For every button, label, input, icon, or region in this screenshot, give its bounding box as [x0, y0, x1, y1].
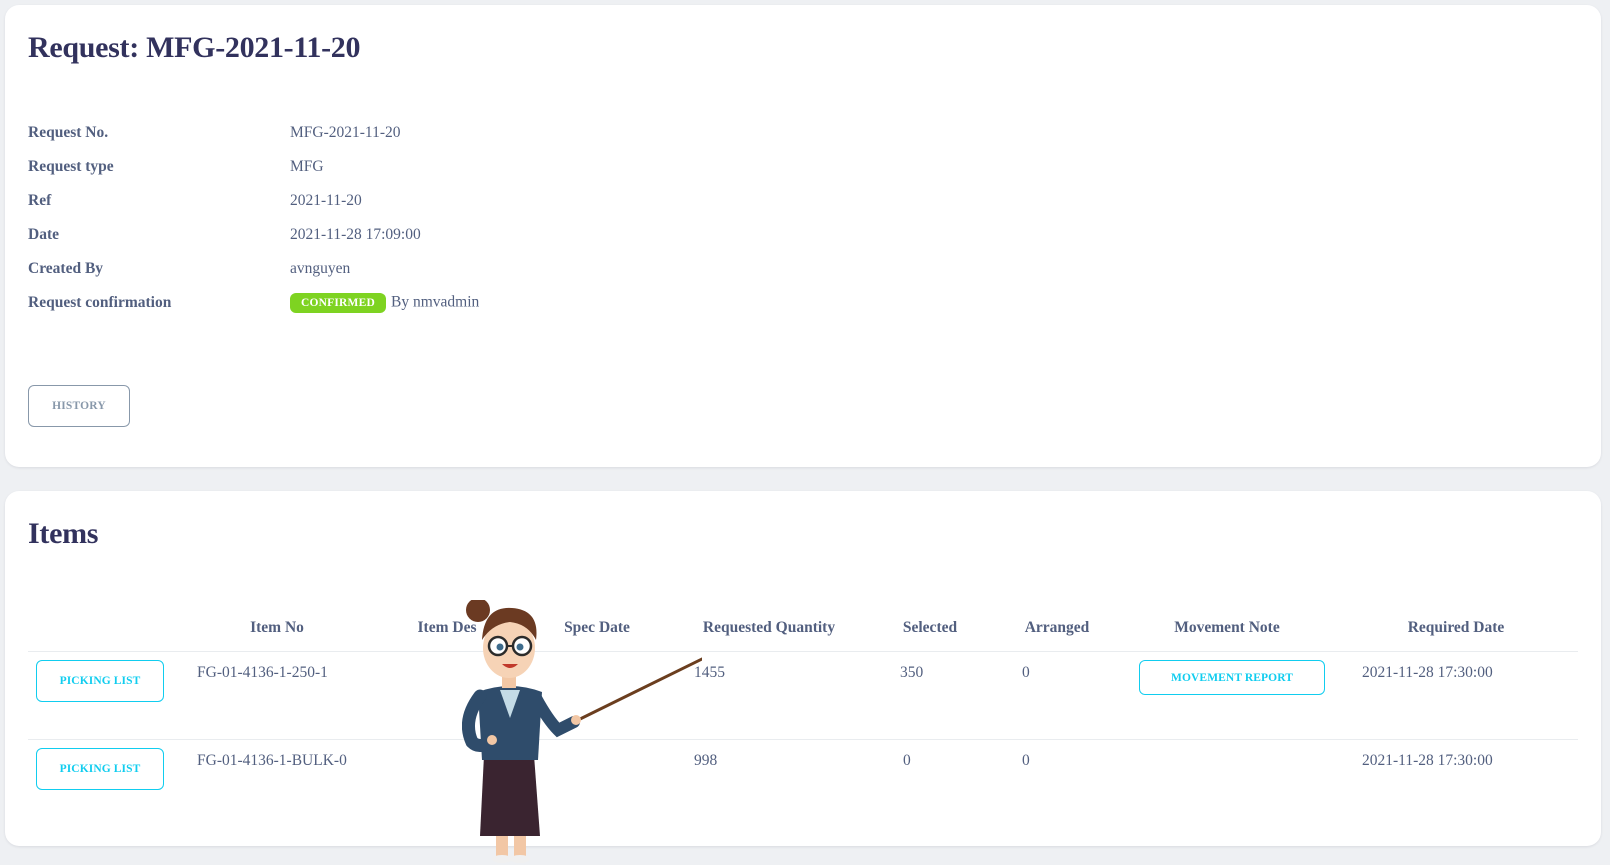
cell-item-no: FG-01-4136-1-250-1 [182, 651, 372, 740]
cell-required-date: 2021-11-28 17:30:00 [1334, 651, 1578, 740]
confirmed-by-text: By nmvadmin [391, 293, 480, 311]
history-button[interactable]: HISTORY [28, 385, 130, 427]
info-label: Created By [28, 260, 104, 277]
cell-arranged: 0 [1022, 752, 1030, 769]
items-table: Item No Item Des Spec Date Requested Qua… [28, 605, 1578, 827]
cell-action: PICKING LIST [28, 651, 182, 740]
info-value: 2021-11-20 [290, 192, 362, 209]
table-row: PICKING LIST FG-01-4136-1-250-1 1455 350… [28, 651, 1578, 740]
info-value: avnguyen [290, 260, 351, 277]
cell-action: PICKING LIST [28, 740, 182, 828]
items-card: Items Item No Item Des Spec Date Request… [5, 491, 1601, 846]
info-label: Date [28, 226, 59, 243]
confirmation-value: CONFIRMED By nmvadmin [290, 293, 479, 313]
info-label: Request type [28, 158, 114, 175]
column-header-action [28, 605, 182, 652]
info-value: MFG-2021-11-20 [290, 124, 401, 141]
cell-selected: 350 [866, 651, 994, 740]
column-header[interactable]: Item No [182, 605, 372, 652]
info-row-request-no: Request No. MFG-2021-11-20 [28, 116, 479, 150]
column-header[interactable]: Arranged [994, 605, 1120, 652]
cell-movement-note [1120, 740, 1334, 828]
request-card: Request: MFG-2021-11-20 Request No. MFG-… [5, 5, 1601, 467]
info-row-confirmation: Request confirmation CONFIRMED By nmvadmi… [28, 286, 479, 320]
picking-list-button[interactable]: PICKING LIST [36, 660, 164, 702]
movement-report-button[interactable]: MOVEMENT REPORT [1139, 660, 1325, 695]
info-label: Ref [28, 192, 52, 209]
column-header[interactable]: Required Date [1334, 605, 1578, 652]
info-row-request-type: Request type MFG [28, 150, 479, 184]
info-row-date: Date 2021-11-28 17:09:00 [28, 218, 479, 252]
request-info-table: Request No. MFG-2021-11-20 Request type … [28, 116, 479, 320]
status-badge: CONFIRMED [290, 293, 386, 313]
column-header[interactable]: Selected [866, 605, 994, 652]
items-title: Items [28, 517, 99, 550]
table-row: PICKING LIST FG-01-4136-1-BULK-0 998 0 0… [28, 740, 1578, 828]
column-header[interactable]: Movement Note [1120, 605, 1334, 652]
info-value: 2021-11-28 17:09:00 [290, 226, 421, 243]
teacher-mascot-icon [462, 600, 702, 863]
page-title: Request: MFG-2021-11-20 [28, 31, 361, 64]
cell-item-no: FG-01-4136-1-BULK-0 [197, 752, 347, 769]
info-label: Request confirmation [28, 294, 172, 311]
picking-list-button[interactable]: PICKING LIST [36, 748, 164, 790]
info-label: Request No. [28, 124, 109, 141]
cell-arranged: 0 [994, 651, 1120, 740]
info-row-ref: Ref 2021-11-20 [28, 184, 479, 218]
info-value: MFG [290, 158, 324, 175]
info-row-created-by: Created By avnguyen [28, 252, 479, 286]
cell-movement-note: MOVEMENT REPORT [1120, 651, 1334, 740]
cell-required-date: 2021-11-28 17:30:00 [1362, 752, 1493, 769]
table-header-row: Item No Item Des Spec Date Requested Qua… [28, 605, 1578, 652]
cell-selected: 0 [903, 752, 911, 769]
